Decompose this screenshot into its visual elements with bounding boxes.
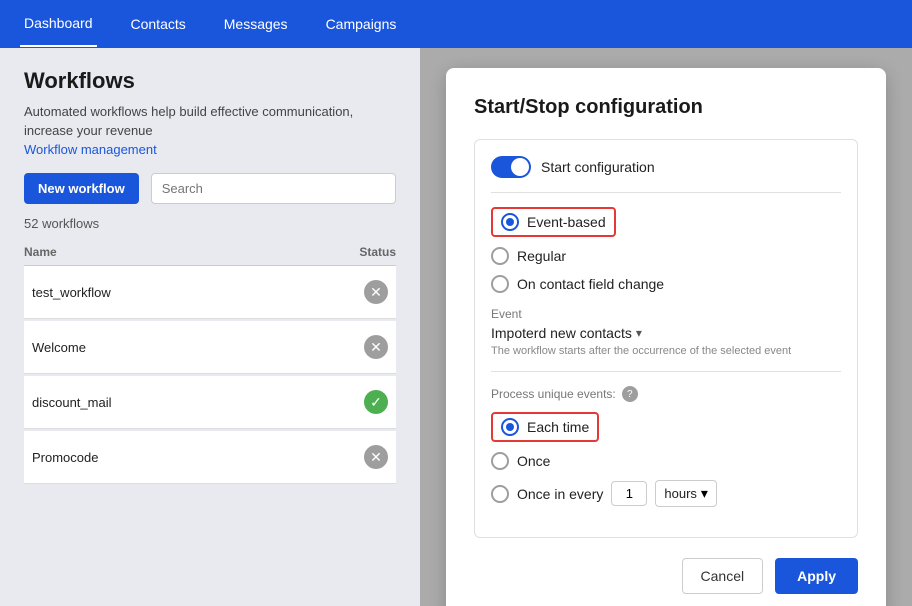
divider [491,371,841,372]
once-every-label: Once in every [517,486,603,502]
modal: Start/Stop configuration Start configura… [446,68,886,606]
process-label: Process unique events: [491,387,616,401]
modal-footer: Cancel Apply [474,558,858,594]
chevron-down-icon: ▾ [636,326,642,340]
each-time-label: Each time [527,419,589,435]
search-input[interactable] [151,173,396,204]
trigger-event-based-item[interactable]: Event-based [491,207,841,237]
toggle-label: Start configuration [541,159,655,175]
page-description2: increase your revenue [24,123,396,138]
once-label: Once [517,453,550,469]
workflow-name: Welcome [32,340,86,355]
radio-event-based[interactable] [501,213,519,231]
radio-regular[interactable] [491,247,509,265]
event-based-label: Event-based [527,214,606,230]
nav-dashboard[interactable]: Dashboard [20,1,97,47]
workflow-name: discount_mail [32,395,112,410]
process-label-row: Process unique events: ? [491,386,841,402]
nav-messages[interactable]: Messages [220,2,292,46]
radio-each-time[interactable] [501,418,519,436]
trigger-regular-item[interactable]: Regular [491,247,841,265]
radio-contact-field[interactable] [491,275,509,293]
process-each-time-item[interactable]: Each time [491,412,841,442]
right-panel: Start/Stop configuration Start configura… [420,48,912,606]
table-row[interactable]: Welcome ✕ [24,321,396,374]
process-once-item[interactable]: Once [491,452,841,470]
cancel-button[interactable]: Cancel [682,558,764,594]
status-icon-active: ✓ [364,390,388,414]
event-field-label: Event [491,307,841,321]
each-time-highlight: Each time [491,412,599,442]
event-select-text: Impoterd new contacts [491,325,632,341]
workflow-name: Promocode [32,450,98,465]
top-nav: Dashboard Contacts Messages Campaigns [0,0,912,48]
config-section: Start configuration Event-based R [474,139,858,538]
workflow-management-link[interactable]: Workflow management [24,142,396,157]
start-config-toggle-row: Start configuration [491,156,841,193]
modal-title: Start/Stop configuration [474,96,858,119]
once-every-input[interactable] [611,481,647,506]
radio-once[interactable] [491,452,509,470]
nav-campaigns[interactable]: Campaigns [322,2,401,46]
table-row[interactable]: test_workflow ✕ [24,266,396,319]
radio-once-every[interactable] [491,485,509,503]
help-icon[interactable]: ? [622,386,638,402]
table-row[interactable]: discount_mail ✓ [24,376,396,429]
apply-button[interactable]: Apply [775,558,858,594]
nav-contacts[interactable]: Contacts [127,2,190,46]
trigger-contact-field-item[interactable]: On contact field change [491,275,841,293]
new-workflow-button[interactable]: New workflow [24,173,139,204]
trigger-type-group: Event-based Regular On contact field cha… [491,207,841,293]
start-config-toggle[interactable] [491,156,531,178]
col-name: Name [24,245,57,259]
workflow-count: 52 workflows [24,216,396,231]
col-status: Status [359,245,396,259]
toolbar: New workflow [24,173,396,204]
table-row[interactable]: Promocode ✕ [24,431,396,484]
hours-select-text: hours [664,486,697,501]
contact-field-label: On contact field change [517,276,664,292]
page-description: Automated workflows help build effective… [24,104,396,119]
table-header: Name Status [24,239,396,266]
workflow-name: test_workflow [32,285,111,300]
regular-label: Regular [517,248,566,264]
process-once-every-item[interactable]: Once in every hours ▾ [491,480,841,507]
once-every-controls: hours ▾ [611,480,717,507]
main-layout: Workflows Automated workflows help build… [0,48,912,606]
process-unique-group: Each time Once Once in every hours [491,412,841,507]
status-icon-inactive: ✕ [364,445,388,469]
event-hint: The workflow starts after the occurrence… [491,345,841,357]
status-icon-inactive: ✕ [364,280,388,304]
status-icon-inactive: ✕ [364,335,388,359]
event-select-dropdown[interactable]: Impoterd new contacts ▾ [491,325,841,341]
workflow-list: test_workflow ✕ Welcome ✕ discount_mail … [24,266,396,484]
event-based-highlight: Event-based [491,207,616,237]
left-panel: Workflows Automated workflows help build… [0,48,420,606]
hours-chevron-icon: ▾ [701,485,708,502]
hours-dropdown[interactable]: hours ▾ [655,480,717,507]
page-title: Workflows [24,68,396,94]
